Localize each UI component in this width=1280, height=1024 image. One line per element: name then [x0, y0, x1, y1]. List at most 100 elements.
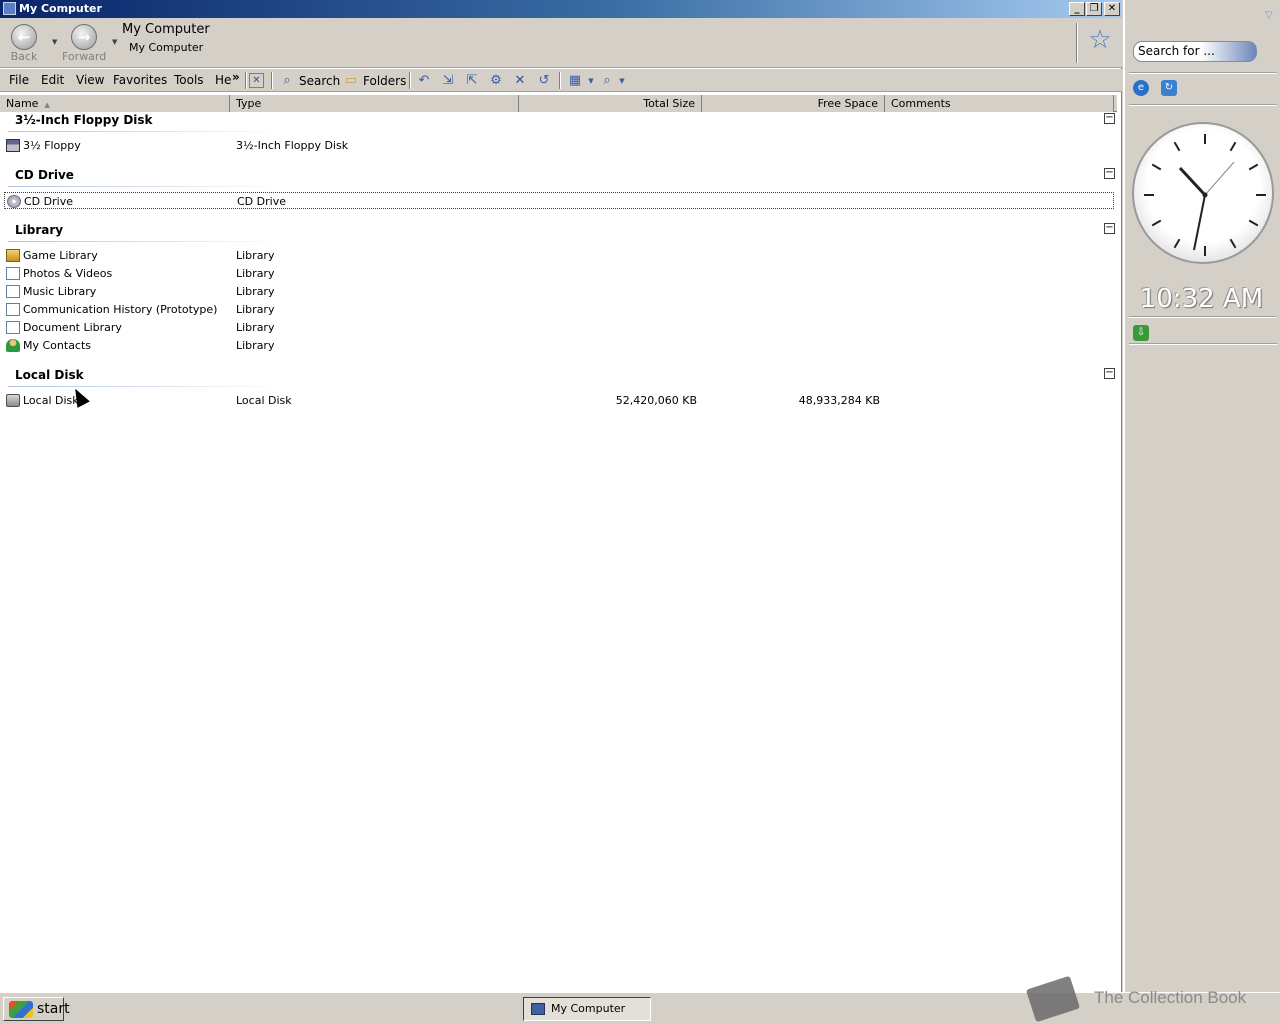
collapse-icon[interactable]: −	[1104, 113, 1115, 124]
address-breadcrumb[interactable]: My Computer	[129, 41, 203, 54]
watermark-text: The Collection Book	[1094, 988, 1247, 1007]
list-item[interactable]: Photos & Videos Library	[4, 265, 1114, 282]
book-icon	[1025, 975, 1081, 1023]
forward-label: Forward	[62, 50, 107, 63]
delete-icon[interactable]: ✕	[511, 72, 529, 90]
item-name: Game Library	[23, 249, 98, 262]
group-divider	[8, 186, 288, 187]
favorites-star-icon[interactable]: ☆	[1086, 26, 1114, 54]
watermark: The Collection Book	[1025, 975, 1280, 1024]
library-icon	[6, 267, 20, 280]
column-comments[interactable]: Comments	[885, 95, 1114, 112]
file-list: 3½-Inch Floppy Disk − 3½ Floppy 3½-Inch …	[0, 112, 1120, 992]
sidebar-options-icon[interactable]: ▽	[1265, 10, 1273, 21]
column-type[interactable]: Type	[230, 95, 519, 112]
collapse-icon[interactable]: −	[1104, 168, 1115, 179]
list-item[interactable]: Local Disk Local Disk 52,420,060 KB 48,9…	[4, 392, 1114, 409]
sidebar-separator	[1129, 343, 1277, 345]
refresh-icon[interactable]: ↻	[1161, 80, 1177, 96]
menu-bar: File Edit View Favorites Tools He » ✕ ⌕ …	[0, 69, 1122, 92]
list-item[interactable]: Music Library Library	[4, 283, 1114, 300]
group-divider	[8, 131, 288, 132]
collapse-icon[interactable]: −	[1104, 223, 1115, 234]
internet-explorer-icon[interactable]: e	[1133, 80, 1149, 96]
hour-hand	[1178, 166, 1207, 197]
up-folder-icon[interactable]: ↶	[415, 72, 433, 90]
undo-icon[interactable]: ↺	[535, 72, 553, 90]
restore-button[interactable]: ❐	[1086, 2, 1102, 16]
title-bar[interactable]: My Computer _ ❐ ✕	[0, 0, 1122, 18]
navigation-bar: ← Back ▼ → Forward ▼ My Computer My Comp…	[0, 18, 1122, 68]
column-free-space[interactable]: Free Space	[702, 95, 885, 112]
minimize-button[interactable]: _	[1069, 2, 1085, 16]
list-item[interactable]: My Contacts Library	[4, 337, 1114, 354]
item-name: Communication History (Prototype)	[23, 303, 218, 316]
forward-arrow-icon: →	[71, 24, 97, 50]
network-icon[interactable]: ⇩	[1133, 325, 1149, 341]
item-type: Library	[236, 339, 275, 352]
analog-clock	[1132, 122, 1274, 264]
sidebar-search-input[interactable]: Search for ...	[1133, 41, 1257, 62]
folders-button[interactable]: Folders	[363, 72, 406, 90]
list-item[interactable]: Document Library Library	[4, 319, 1114, 336]
sidebar-separator	[1129, 72, 1277, 74]
taskbar-item-my-computer[interactable]: My Computer	[523, 997, 651, 1021]
search-button[interactable]: Search	[299, 72, 340, 90]
back-label: Back	[10, 50, 38, 63]
menu-view[interactable]: View	[76, 73, 104, 87]
computer-icon	[3, 2, 16, 15]
contacts-icon	[6, 339, 20, 352]
library-icon	[6, 321, 20, 334]
item-type: Library	[236, 321, 275, 334]
column-total-size[interactable]: Total Size	[519, 95, 702, 112]
sidebar-separator	[1129, 104, 1277, 106]
list-item[interactable]: Communication History (Prototype) Librar…	[4, 301, 1114, 318]
address-title[interactable]: My Computer	[122, 22, 210, 37]
menu-overflow-chevron-icon[interactable]: »	[232, 70, 240, 84]
folders-icon: ▭	[344, 73, 358, 88]
start-label: start	[37, 1001, 70, 1017]
menu-help[interactable]: He	[215, 73, 231, 87]
group-title: CD Drive	[15, 168, 74, 182]
taskbar-item-label: My Computer	[551, 1002, 626, 1015]
item-type: Local Disk	[236, 394, 292, 407]
toolbar-separator	[559, 72, 561, 89]
item-type: CD Drive	[237, 195, 286, 208]
computer-icon	[531, 1003, 545, 1015]
item-name: Document Library	[23, 321, 122, 334]
group-title: Local Disk	[15, 368, 84, 382]
list-item[interactable]: Game Library Library	[4, 247, 1114, 264]
column-name-label: Name	[6, 97, 39, 110]
sidebar-separator	[1129, 316, 1277, 318]
menu-tools[interactable]: Tools	[174, 73, 204, 87]
menu-edit[interactable]: Edit	[41, 73, 64, 87]
back-button[interactable]: ← Back	[2, 24, 46, 63]
game-library-icon	[6, 249, 20, 262]
menu-favorites[interactable]: Favorites	[113, 73, 167, 87]
item-name: Music Library	[23, 285, 97, 298]
group-divider	[8, 241, 288, 242]
close-pane-icon[interactable]: ✕	[249, 73, 264, 88]
item-name: Photos & Videos	[23, 267, 113, 280]
close-button[interactable]: ✕	[1104, 2, 1120, 16]
start-button[interactable]: start	[3, 997, 70, 1021]
back-dropdown-icon[interactable]: ▼	[52, 38, 57, 46]
hard-disk-icon	[6, 394, 20, 407]
collapse-icon[interactable]: −	[1104, 368, 1115, 379]
search-dropdown-icon[interactable]: ▼	[613, 72, 631, 90]
group-title: 3½-Inch Floppy Disk	[15, 113, 153, 127]
column-name[interactable]: Name ▲	[0, 95, 230, 112]
properties-icon[interactable]: ⚙	[487, 72, 505, 90]
copy-to-icon[interactable]: ⇱	[463, 72, 481, 90]
library-icon	[6, 303, 20, 316]
list-item-selected[interactable]: CD Drive CD Drive	[4, 192, 1114, 209]
cd-drive-icon	[7, 195, 21, 208]
move-to-icon[interactable]: ⇲	[439, 72, 457, 90]
item-type: Library	[236, 267, 275, 280]
group-divider	[8, 386, 288, 387]
forward-button[interactable]: → Forward	[62, 24, 106, 63]
menu-file[interactable]: File	[9, 73, 29, 87]
list-item[interactable]: 3½ Floppy 3½-Inch Floppy Disk	[4, 137, 1114, 154]
item-name: 3½ Floppy	[23, 139, 81, 152]
forward-dropdown-icon[interactable]: ▼	[112, 38, 117, 46]
